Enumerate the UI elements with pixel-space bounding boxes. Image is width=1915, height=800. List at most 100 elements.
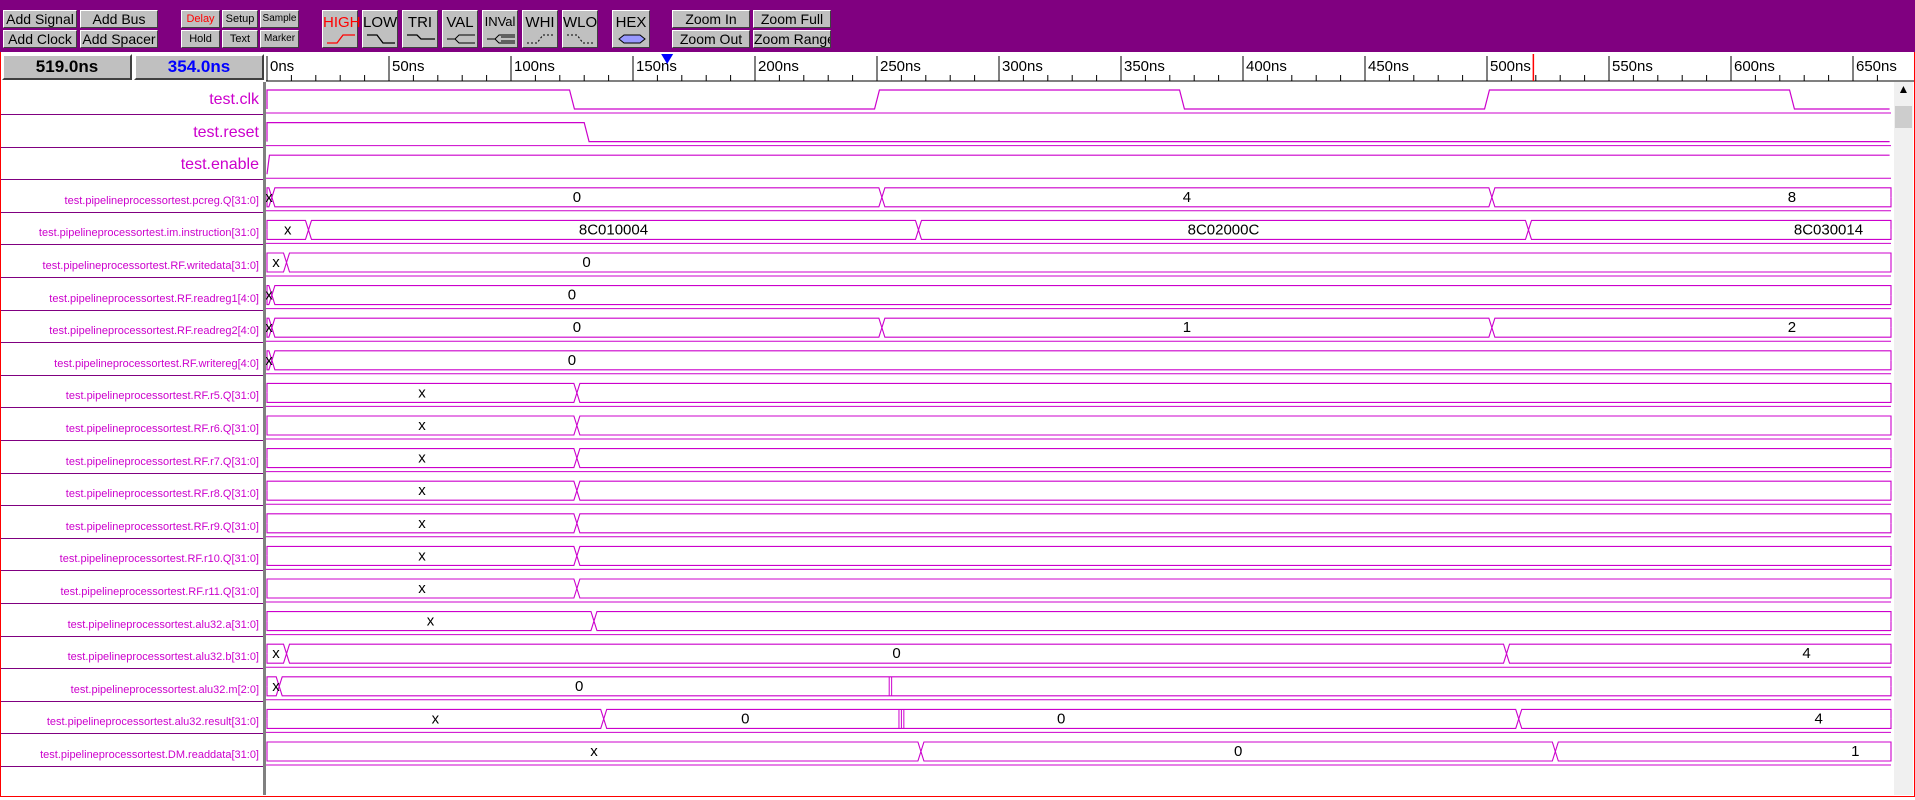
signal-name-row[interactable]: test.pipelineprocessortest.pcreg.Q[31:0] (1, 180, 263, 213)
waveform-row[interactable]: x0 (265, 285, 1892, 310)
ruler-tick-label: 50ns (392, 58, 425, 75)
waveform-row[interactable]: x048 (265, 187, 1892, 212)
rising-edge-icon (327, 34, 355, 44)
signal-name: test.reset (193, 123, 259, 141)
scroll-up-icon[interactable]: ▲ (1894, 82, 1913, 104)
signal-name-row[interactable]: test.pipelineprocessortest.RF.r6.Q[31:0] (1, 408, 263, 441)
delay-button[interactable]: Delay (181, 10, 220, 28)
signal-name-row[interactable]: test.pipelineprocessortest.RF.r7.Q[31:0] (1, 441, 263, 474)
bus-value-label: x (284, 221, 292, 238)
waveform-row[interactable]: x (266, 480, 1892, 505)
bus-segment-top (593, 611, 1892, 622)
waveform-row[interactable]: x (266, 448, 1892, 473)
ruler-tick-label: 100ns (514, 58, 555, 75)
cursor-time-display: 519.0ns (2, 54, 132, 80)
add-bus-button[interactable]: Add Bus (80, 10, 158, 28)
signal-name-row[interactable]: test.pipelineprocessortest.im.instructio… (1, 212, 263, 246)
setup-button[interactable]: Setup (222, 10, 258, 28)
low-state-button[interactable]: LOW (362, 10, 398, 48)
waveform-row[interactable]: x 0 1 (266, 741, 1892, 766)
bus-segment-bottom (576, 457, 1892, 469)
scroll-thumb[interactable] (1895, 106, 1912, 128)
waveform-row[interactable]: x (266, 578, 1892, 603)
signal-name-row[interactable]: test.pipelineprocessortest.alu32.m[2:0] (1, 669, 263, 702)
bus-segment-bottom (1491, 327, 1892, 338)
signal-name-row[interactable]: test.pipelineprocessortest.RF.r9.Q[31:0] (1, 506, 263, 539)
waveform-row[interactable]: x 8C010004 8C02000C 8C030014 (266, 219, 1892, 244)
waveform-row[interactable]: x012 (265, 317, 1892, 342)
waveform-row[interactable]: x0 (266, 676, 1892, 701)
signal-name: test.pipelineprocessortest.alu32.b[31:0] (67, 651, 259, 664)
signal-name-row[interactable]: test.enable (1, 147, 263, 181)
time-ruler[interactable]: 0ns 50ns 100ns 150ns 200ns 250ns 300ns 350ns 400… (266, 54, 1914, 82)
waveform-row[interactable]: x (266, 545, 1892, 570)
signal-name-row[interactable]: test.pipelineprocessortest.RF.r8.Q[31:0] (1, 473, 263, 507)
signal-name: test.pipelineprocessortest.RF.r9.Q[31:0] (65, 520, 259, 533)
signal-name: test.pipelineprocessortest.alu32.m[2:0] (70, 683, 259, 696)
waveform-row[interactable] (266, 89, 1891, 114)
waveform-row[interactable]: x0 (266, 252, 1892, 277)
waveform-row[interactable] (266, 121, 1891, 147)
bus-value-label: 0 (568, 352, 576, 369)
bus-segment-top (278, 676, 1892, 687)
hex-button[interactable]: HEX (612, 10, 650, 48)
waveform-row[interactable]: x (266, 611, 1892, 636)
bus-value-label: x (418, 482, 426, 499)
waveform-row[interactable] (266, 154, 1891, 179)
waveform-row[interactable]: x 0 4 (266, 643, 1892, 668)
tri-state-button[interactable]: TRI (402, 10, 438, 48)
weak-high-button[interactable]: WHI (522, 10, 558, 48)
weak-low-button[interactable]: WLO (562, 10, 598, 48)
bus-value-label: x (418, 417, 426, 434)
bus-segment-bottom (576, 555, 1892, 566)
bus-value-label: 0 (568, 287, 576, 304)
vertical-scrollbar[interactable]: ▲ (1894, 82, 1913, 795)
zoom-in-button[interactable]: Zoom In (672, 10, 750, 28)
bus-value-label: 1 (1183, 319, 1191, 336)
text-button[interactable]: Text (222, 30, 258, 48)
bus-value-label: 8C010004 (579, 221, 648, 238)
signal-name-row[interactable]: test.pipelineprocessortest.alu32.a[31:0] (1, 604, 263, 637)
signal-name-row[interactable]: test.pipelineprocessortest.RF.readreg2[4… (1, 310, 263, 344)
bus-value-label: x (427, 613, 435, 630)
zoom-range-button[interactable]: Zoom Range (753, 30, 831, 48)
bus-segment-top (576, 480, 1892, 491)
add-spacer-button[interactable]: Add Spacer (80, 30, 158, 48)
signal-name-row[interactable]: test.pipelineprocessortest.RF.writedata[… (1, 245, 263, 278)
signal-name-row[interactable]: test.clk (1, 82, 263, 115)
waveform-pane[interactable]: x 0 4 8 x 8C010004 8C02000C 8C030014 x 0 x 0 x 0 1 2 x 0 x… (265, 82, 1894, 795)
signal-name-row[interactable]: test.pipelineprocessortest.RF.writereg[4… (1, 343, 263, 376)
signal-name-row[interactable]: test.pipelineprocessortest.RF.r11.Q[31:0… (1, 571, 263, 604)
bus-segment-bottom (285, 262, 1892, 273)
bus-segment-bottom (576, 392, 1892, 403)
zoom-out-button[interactable]: Zoom Out (672, 30, 750, 48)
waveform-row[interactable]: x (266, 382, 1892, 407)
waveform-row[interactable]: x 0 4 (266, 708, 1892, 733)
signal-name-row[interactable]: test.pipelineprocessortest.RF.r5.Q[31:0] (1, 375, 263, 409)
waveform-row[interactable]: x (266, 415, 1892, 440)
signal-name: test.pipelineprocessortest.RF.readreg1[4… (49, 292, 259, 305)
marker-button[interactable]: Marker (260, 30, 299, 48)
signal-name-row[interactable]: test.pipelineprocessortest.DM.readdata[3… (1, 734, 263, 767)
add-signal-button[interactable]: Add Signal (3, 10, 77, 28)
zoom-full-button[interactable]: Zoom Full (753, 10, 831, 28)
high-state-button[interactable]: HIGH (322, 10, 361, 48)
bit-waveform (266, 154, 1890, 175)
hold-button[interactable]: Hold (181, 30, 220, 48)
signal-name: test.pipelineprocessortest.pcreg.Q[31:0] (64, 194, 259, 207)
inval-label: INVal (484, 14, 516, 29)
signal-name-row[interactable]: test.pipelineprocessortest.alu32.b[31:0] (1, 636, 263, 670)
signal-name: test.clk (209, 91, 259, 108)
signal-name-row[interactable]: test.pipelineprocessortest.RF.r10.Q[31:0… (1, 538, 263, 572)
signal-name-row[interactable]: test.pipelineprocessortest.RF.readreg1[4… (1, 278, 263, 311)
invalid-state-button[interactable]: INVal (482, 10, 518, 48)
signal-name-row[interactable]: test.pipelineprocessortest.alu32.result[… (1, 701, 263, 735)
waveform-row[interactable]: x0 (265, 350, 1892, 375)
signal-name-row[interactable]: test.reset (1, 115, 263, 148)
falling-edge-icon (367, 34, 395, 44)
sample-button[interactable]: Sample (260, 10, 299, 28)
waveform-row[interactable]: x (266, 513, 1892, 538)
add-clock-button[interactable]: Add Clock (3, 30, 77, 48)
hex-label: HEX (615, 14, 647, 31)
valid-state-button[interactable]: VAL (442, 10, 478, 48)
